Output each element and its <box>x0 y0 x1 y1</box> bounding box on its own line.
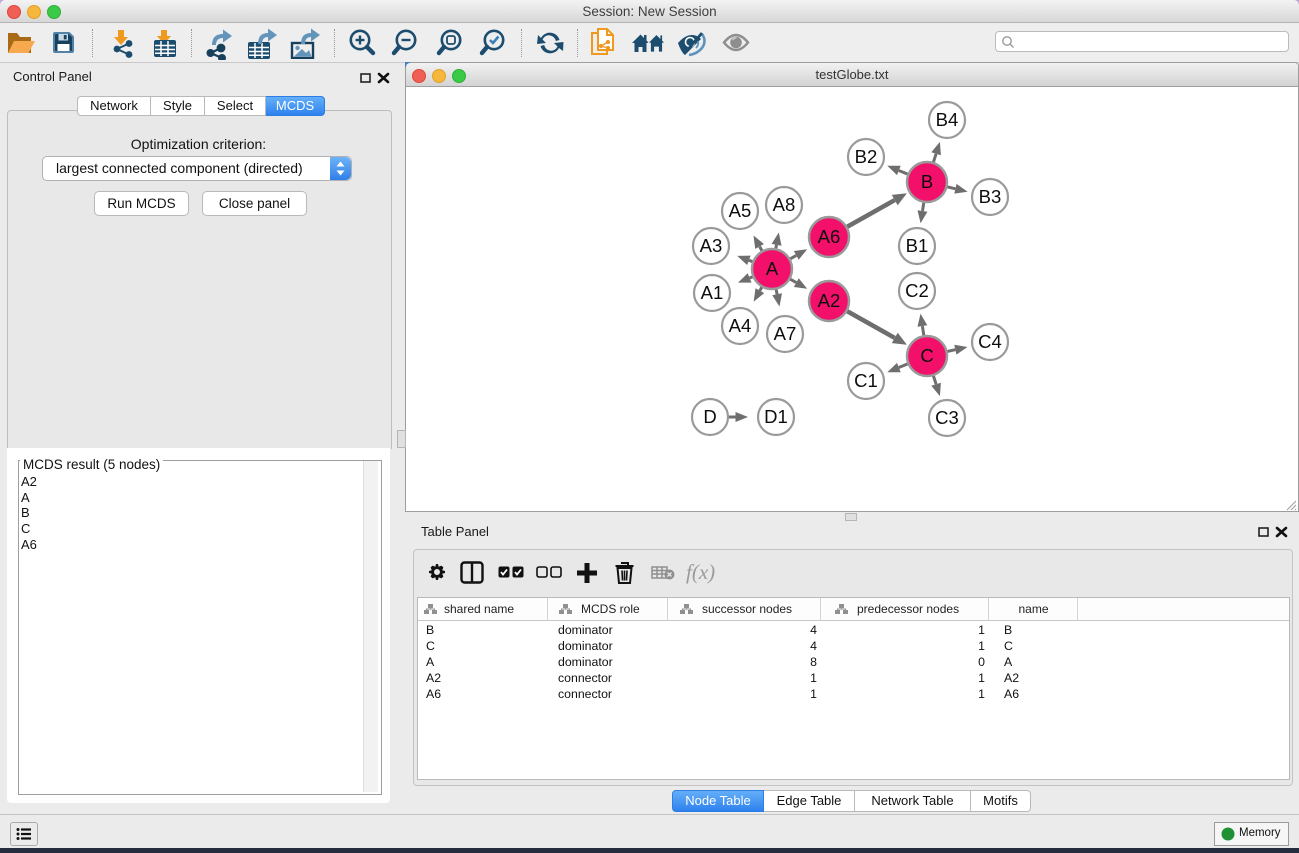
svg-text:A2: A2 <box>818 290 841 311</box>
svg-text:C3: C3 <box>935 407 959 428</box>
svg-text:C1: C1 <box>854 370 878 391</box>
svg-text:C: C <box>920 345 933 366</box>
svg-text:B2: B2 <box>855 146 878 167</box>
svg-text:B4: B4 <box>936 109 959 130</box>
svg-text:C2: C2 <box>905 280 929 301</box>
svg-text:D1: D1 <box>764 406 788 427</box>
svg-text:A3: A3 <box>700 235 723 256</box>
svg-text:B3: B3 <box>979 186 1002 207</box>
svg-text:A7: A7 <box>774 323 797 344</box>
svg-text:B: B <box>921 171 933 192</box>
svg-text:D: D <box>703 406 716 427</box>
svg-text:A4: A4 <box>729 315 752 336</box>
svg-text:C4: C4 <box>978 331 1002 352</box>
svg-text:B1: B1 <box>906 235 929 256</box>
svg-text:A: A <box>766 258 779 279</box>
svg-text:A5: A5 <box>729 200 752 221</box>
svg-text:A1: A1 <box>701 282 724 303</box>
svg-text:A8: A8 <box>773 194 796 215</box>
svg-text:A6: A6 <box>818 226 841 247</box>
